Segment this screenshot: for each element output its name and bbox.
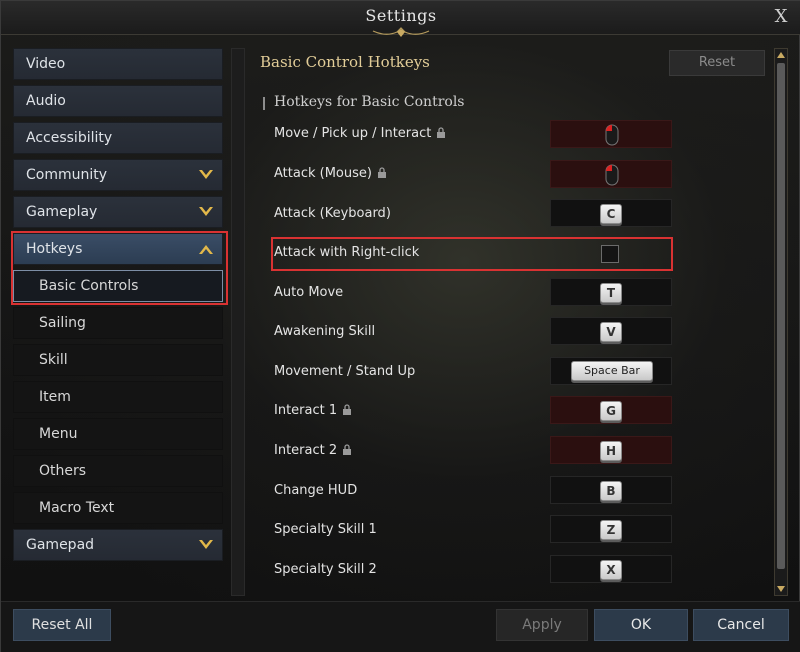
settings-window: Settings X Video Audio Accessibility Com… xyxy=(0,0,800,652)
hotkey-slot-move[interactable] xyxy=(550,120,672,148)
keycap: C xyxy=(600,204,622,224)
hotkey-row-label: Attack with Right-click xyxy=(274,245,420,260)
hotkey-row-label: Awakening Skill xyxy=(274,324,376,339)
sidebar-subitem-item[interactable]: Item xyxy=(13,381,223,413)
panel-title: Basic Control Hotkeys xyxy=(260,53,430,71)
panel-scrollbar[interactable] xyxy=(774,48,788,596)
sidebar-item-audio[interactable]: Audio xyxy=(13,85,223,117)
sidebar-item-gameplay[interactable]: Gameplay xyxy=(13,196,223,228)
title-ornament-icon xyxy=(372,27,430,37)
sidebar-item-community[interactable]: Community xyxy=(13,159,223,191)
sidebar-scrollbar[interactable] xyxy=(231,48,245,596)
reset-all-button[interactable]: Reset All xyxy=(13,609,111,641)
scroll-up-icon[interactable] xyxy=(775,49,787,61)
hotkey-row-label: Attack (Keyboard) xyxy=(274,206,391,221)
hotkey-slot-movement[interactable]: Space Bar xyxy=(550,357,672,385)
keycap: Z xyxy=(600,520,622,540)
lock-icon xyxy=(343,404,352,415)
sidebar-subitem-macro-text[interactable]: Macro Text xyxy=(13,492,223,524)
chevron-down-icon xyxy=(199,540,213,549)
hotkey-row-label: Specialty Skill 2 xyxy=(274,562,377,577)
chevron-up-icon xyxy=(199,245,213,254)
sidebar-item-label: Hotkeys xyxy=(26,241,83,257)
sidebar-subitem-others[interactable]: Others xyxy=(13,455,223,487)
apply-button[interactable]: Apply xyxy=(496,609,588,641)
chevron-down-icon xyxy=(199,207,213,216)
sidebar-item-label: Item xyxy=(39,389,71,405)
sidebar-item-hotkeys[interactable]: Hotkeys xyxy=(13,233,223,265)
attack-right-click-checkbox[interactable] xyxy=(601,245,619,263)
keycap: B xyxy=(600,481,622,501)
window-title: Settings xyxy=(365,6,437,25)
hotkey-row-label: Specialty Skill 1 xyxy=(274,522,377,537)
sidebar-item-label: Video xyxy=(26,56,66,72)
section-marker xyxy=(263,97,265,110)
hotkey-row-label: Interact 1 xyxy=(274,403,352,418)
sidebar-subitem-sailing[interactable]: Sailing xyxy=(13,307,223,339)
hotkey-row-label: Change HUD xyxy=(274,483,358,498)
keycap: G xyxy=(600,401,622,421)
hotkey-slot-attack-mouse[interactable] xyxy=(550,160,672,188)
hotkey-row-label: Move / Pick up / Interact xyxy=(274,126,446,141)
sidebar-item-label: Gameplay xyxy=(26,204,98,220)
sidebar-item-gamepad[interactable]: Gamepad xyxy=(13,529,223,561)
keycap: Space Bar xyxy=(571,361,653,381)
title-bar: Settings X xyxy=(1,1,800,37)
hotkey-row-label: Movement / Stand Up xyxy=(274,364,416,379)
hotkey-slot-awakening[interactable]: V xyxy=(550,317,672,345)
sidebar-item-video[interactable]: Video xyxy=(13,48,223,80)
sidebar-subitem-skill[interactable]: Skill xyxy=(13,344,223,376)
hotkey-slot-attack-keyboard[interactable]: C xyxy=(550,199,672,227)
sidebar-item-label: Accessibility xyxy=(26,130,113,146)
chevron-down-icon xyxy=(199,170,213,179)
hotkey-slot-interact-1[interactable]: G xyxy=(550,396,672,424)
mouse-left-icon xyxy=(605,124,619,146)
hotkey-slot-auto-move[interactable]: T xyxy=(550,278,672,306)
sidebar-item-label: Others xyxy=(39,463,87,479)
sidebar-item-label: Skill xyxy=(39,352,68,368)
hotkey-slot-specialty-2[interactable]: X xyxy=(550,555,672,583)
hotkey-row-label: Auto Move xyxy=(274,285,344,300)
sidebar-item-label: Community xyxy=(26,167,108,183)
hotkey-slot-specialty-1[interactable]: Z xyxy=(550,515,672,543)
close-button[interactable]: X xyxy=(769,5,793,29)
sidebar-item-label: Audio xyxy=(26,93,66,109)
hotkey-row-label: Interact 2 xyxy=(274,443,352,458)
sidebar-item-label: Gamepad xyxy=(26,537,95,553)
hotkey-slot-interact-2[interactable]: H xyxy=(550,436,672,464)
sidebar-subitem-basic-controls[interactable]: Basic Controls xyxy=(13,270,223,302)
sidebar-item-accessibility[interactable]: Accessibility xyxy=(13,122,223,154)
sidebar-item-label: Basic Controls xyxy=(39,278,139,294)
lock-icon xyxy=(343,444,352,455)
keycap: T xyxy=(600,283,622,303)
sidebar-item-label: Menu xyxy=(39,426,78,442)
reset-button[interactable]: Reset xyxy=(669,50,765,76)
hotkey-row-label: Attack (Mouse) xyxy=(274,166,387,181)
keycap: V xyxy=(600,322,622,342)
scroll-thumb[interactable] xyxy=(777,63,785,569)
hotkey-slot-change-hud[interactable]: B xyxy=(550,476,672,504)
keycap: X xyxy=(600,560,622,580)
ok-button[interactable]: OK xyxy=(594,609,688,641)
cancel-button[interactable]: Cancel xyxy=(693,609,789,641)
mouse-left-icon xyxy=(605,164,619,186)
sidebar-subitem-menu[interactable]: Menu xyxy=(13,418,223,450)
sidebar-item-label: Sailing xyxy=(39,315,86,331)
lock-icon xyxy=(377,167,386,178)
keycap: H xyxy=(600,441,622,461)
lock-icon xyxy=(437,127,446,138)
scroll-down-icon[interactable] xyxy=(775,583,787,595)
section-title: Hotkeys for Basic Controls xyxy=(274,94,465,110)
sidebar-item-label: Macro Text xyxy=(39,500,115,516)
